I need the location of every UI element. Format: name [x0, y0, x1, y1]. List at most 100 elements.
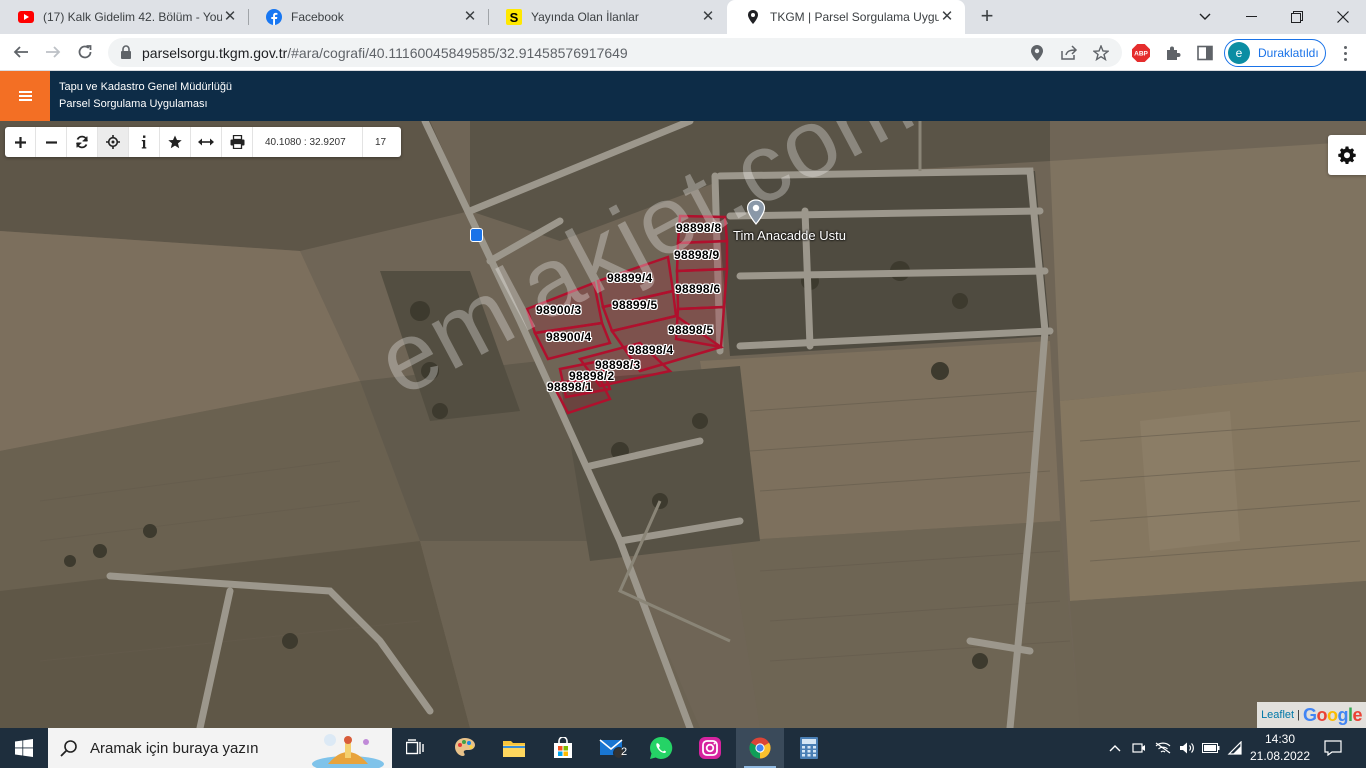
- parcel-label[interactable]: 98898/4: [628, 343, 673, 357]
- svg-text:ABP: ABP: [1134, 51, 1148, 58]
- taskbar-clock[interactable]: 14:30 21.08.2022: [1248, 731, 1312, 765]
- profile-status: Duraklatıldı: [1258, 46, 1319, 60]
- battery-icon[interactable]: [1200, 728, 1222, 768]
- mail-badge: 2: [620, 746, 628, 758]
- url-text[interactable]: parselsorgu.tkgm.gov.tr/#ara/cografi/40.…: [142, 45, 628, 61]
- task-view-button[interactable]: [392, 728, 440, 768]
- zoom-level-readout[interactable]: 17: [363, 127, 401, 157]
- parcel-label[interactable]: 98898/5: [668, 323, 713, 337]
- map-view[interactable]: emlakjet.com Tim Anacadde Ustu 98898/8 9…: [0, 121, 1366, 728]
- clock-time: 14:30: [1264, 732, 1296, 746]
- sahibinden-icon: S: [506, 9, 522, 25]
- store-bag-icon: [554, 737, 572, 758]
- parcel-label[interactable]: 98898/1: [547, 380, 592, 394]
- site-title-line1: Tapu ve Kadastro Genel Müdürlüğü: [59, 81, 233, 93]
- measure-arrows-icon[interactable]: [191, 127, 222, 157]
- tab-sahibinden[interactable]: S Yayında Olan İlanlar ✕: [488, 0, 726, 34]
- avatar: e: [1228, 42, 1250, 64]
- meet-now-icon[interactable]: [1128, 728, 1150, 768]
- task-view-icon: [406, 739, 424, 755]
- windows-taskbar: Aramak için buraya yazın 2 14:30 21.08.2…: [0, 728, 1366, 768]
- info-icon[interactable]: [129, 127, 160, 157]
- facebook-icon: [266, 9, 282, 25]
- location-icon[interactable]: [1028, 44, 1046, 62]
- taskbar-app-calculator[interactable]: [785, 728, 833, 768]
- parcel-label[interactable]: 98899/5: [612, 298, 657, 312]
- volume-icon[interactable]: [1176, 728, 1198, 768]
- tab-title: Facebook: [291, 10, 344, 24]
- start-button[interactable]: [0, 728, 48, 768]
- tab-search-chevron-icon[interactable]: [1182, 0, 1228, 34]
- browser-menu-icon[interactable]: [1336, 44, 1354, 62]
- settings-button[interactable]: [1328, 135, 1366, 175]
- parcel-label[interactable]: 98899/4: [607, 271, 652, 285]
- extensions-puzzle-icon[interactable]: [1164, 44, 1182, 62]
- instagram-icon: [699, 737, 721, 759]
- close-tab-icon[interactable]: ✕: [462, 9, 478, 25]
- refresh-icon[interactable]: [67, 127, 98, 157]
- new-tab-button[interactable]: +: [976, 5, 998, 27]
- tab-title: Yayında Olan İlanlar: [531, 10, 639, 24]
- reload-button[interactable]: [72, 39, 98, 65]
- whatsapp-icon: [650, 736, 673, 759]
- zoom-in-button[interactable]: [5, 127, 36, 157]
- menu-button[interactable]: [0, 71, 50, 121]
- tab-tkgm[interactable]: TKGM | Parsel Sorgulama Uygulam ✕: [727, 0, 965, 34]
- url-domain: parselsorgu.tkgm.gov.tr: [142, 45, 288, 61]
- close-tab-icon[interactable]: ✕: [939, 9, 955, 25]
- side-panel-icon[interactable]: [1196, 44, 1214, 62]
- search-icon: [60, 740, 77, 757]
- close-tab-icon[interactable]: ✕: [222, 9, 238, 25]
- notifications-icon[interactable]: [1320, 728, 1346, 768]
- hamburger-icon: [18, 91, 32, 101]
- favorites-star-icon[interactable]: [160, 127, 191, 157]
- coordinate-readout[interactable]: 40.1080 : 32.9207: [253, 127, 363, 157]
- parcel-label[interactable]: 98898/8: [676, 221, 721, 235]
- locate-crosshair-icon[interactable]: [98, 127, 129, 157]
- leaflet-link[interactable]: Leaflet: [1261, 709, 1294, 721]
- close-window-button[interactable]: [1320, 0, 1366, 34]
- site-title-line2: Parsel Sorgulama Uygulaması: [59, 98, 208, 110]
- parcel-label[interactable]: 98900/3: [536, 303, 581, 317]
- taskbar-search-box[interactable]: Aramak için buraya yazın: [48, 728, 392, 768]
- lock-icon[interactable]: [120, 45, 132, 64]
- print-icon[interactable]: [222, 127, 253, 157]
- tab-facebook[interactable]: Facebook ✕: [248, 0, 488, 34]
- parcel-label[interactable]: 98898/6: [675, 282, 720, 296]
- close-tab-icon[interactable]: ✕: [700, 9, 716, 25]
- wifi-icon[interactable]: [1224, 728, 1246, 768]
- minimize-window-button[interactable]: [1228, 0, 1274, 34]
- share-icon[interactable]: [1060, 44, 1078, 62]
- taskbar-app-whatsapp[interactable]: [637, 728, 685, 768]
- bookmark-star-icon[interactable]: [1092, 44, 1110, 62]
- url-path: /#ara/cografi/40.11160045849585/32.91458…: [287, 45, 628, 61]
- adblock-icon[interactable]: ABP: [1132, 44, 1150, 62]
- location-pin-icon: [745, 9, 761, 25]
- show-hidden-icons-chevron-icon[interactable]: [1104, 728, 1126, 768]
- map-pin-icon[interactable]: [746, 199, 766, 230]
- taskbar-app-instagram[interactable]: [686, 728, 734, 768]
- parcel-label[interactable]: 98900/4: [546, 330, 591, 344]
- tab-title: (17) Kalk Gidelim 42. Bölüm - You: [43, 10, 222, 24]
- forward-button[interactable]: [40, 39, 66, 65]
- folder-icon: [503, 741, 525, 757]
- network-offline-icon[interactable]: [1152, 728, 1174, 768]
- browser-toolbar: parselsorgu.tkgm.gov.tr/#ara/cografi/40.…: [0, 34, 1366, 71]
- address-bar[interactable]: parselsorgu.tkgm.gov.tr/#ara/cografi/40.…: [108, 38, 1122, 67]
- back-button[interactable]: [8, 39, 34, 65]
- restore-window-button[interactable]: [1274, 0, 1320, 34]
- taskbar-app-mail[interactable]: 2: [588, 728, 636, 768]
- parcel-label[interactable]: 98898/9: [674, 248, 719, 262]
- profile-button[interactable]: e Duraklatıldı: [1224, 39, 1326, 67]
- bus-stop-icon[interactable]: [470, 228, 483, 242]
- zoom-out-button[interactable]: [36, 127, 67, 157]
- taskbar-app-chrome[interactable]: [736, 728, 784, 768]
- taskbar-app-paint[interactable]: [441, 728, 489, 768]
- youtube-icon: [18, 9, 34, 25]
- taskbar-app-store[interactable]: [539, 728, 587, 768]
- tab-youtube[interactable]: (17) Kalk Gidelim 42. Bölüm - You ✕: [0, 0, 248, 34]
- poi-label: Tim Anacadde Ustu: [733, 228, 846, 243]
- chrome-icon: [749, 737, 771, 759]
- site-header: Tapu ve Kadastro Genel Müdürlüğü Parsel …: [0, 71, 1366, 121]
- taskbar-app-file-explorer[interactable]: [490, 728, 538, 768]
